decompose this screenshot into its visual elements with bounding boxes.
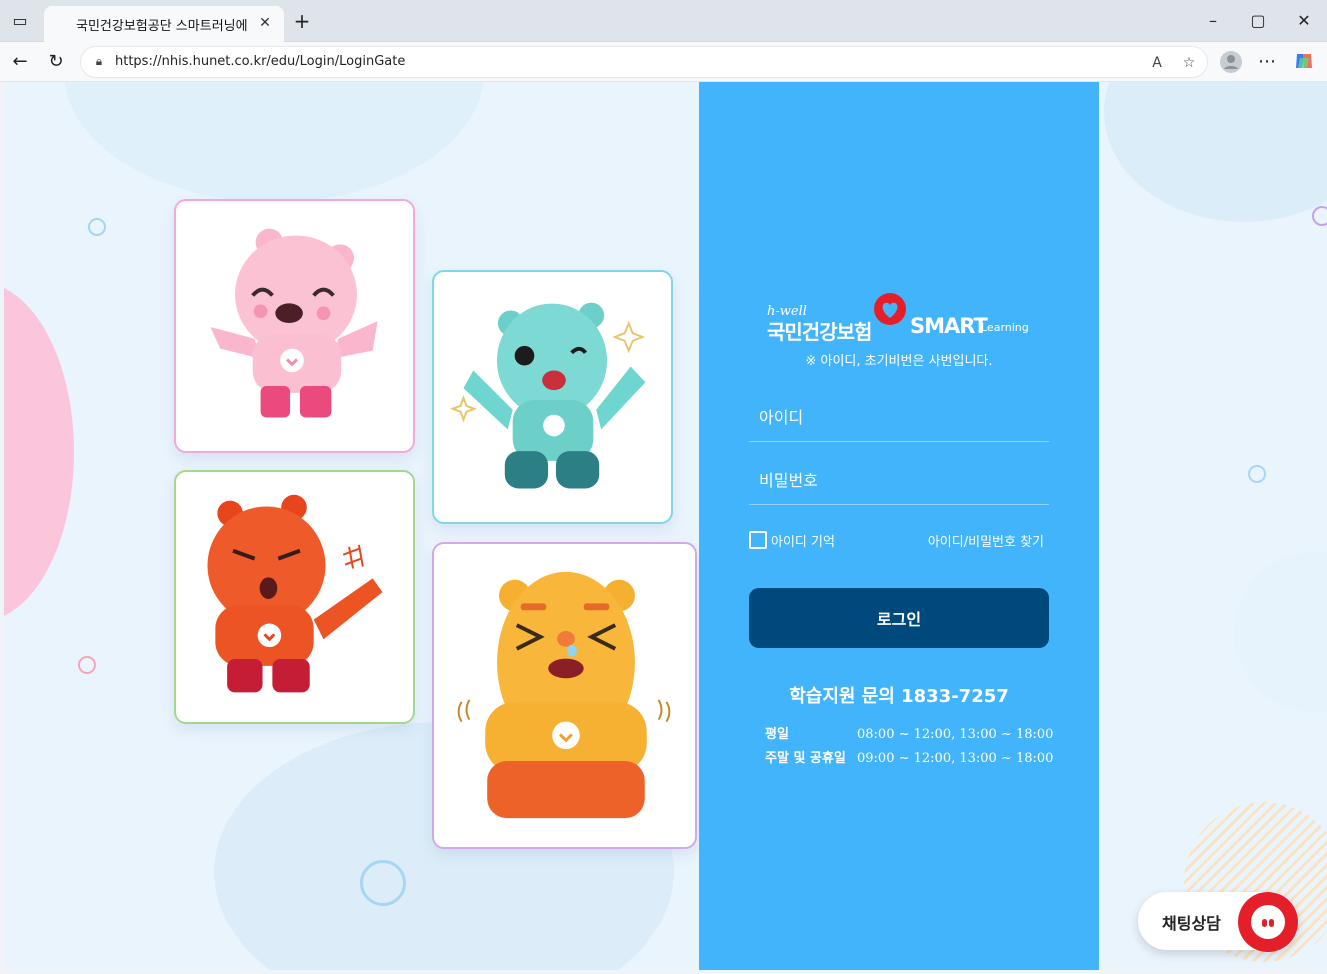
right-blob <box>1104 82 1327 222</box>
refresh-icon[interactable]: ↻ <box>44 50 68 74</box>
right-blob-2 <box>1234 552 1327 712</box>
chat-bubble-icon[interactable] <box>1238 892 1298 952</box>
decor-ring <box>1312 206 1327 226</box>
id-field[interactable] <box>749 394 1049 442</box>
chat-dot <box>1262 919 1267 927</box>
page-content: h-well 국민건강보험 SMART Learning ※ 아이디, 초기비번… <box>4 82 1327 970</box>
pink-character-card <box>174 199 415 453</box>
logo-smart: SMART <box>910 314 988 338</box>
remember-id-checkbox[interactable] <box>749 531 767 549</box>
remember-id[interactable]: 아이디 기억 <box>749 530 835 550</box>
weekend-label: 주말 및 공휴일 <box>765 751 846 766</box>
url-text: https://nhis.hunet.co.kr/edu/Login/Login… <box>115 54 406 69</box>
decor-ring <box>88 218 106 236</box>
browser-tab[interactable]: 국민건강보험공단 스마트러닝에 ✕ <box>44 6 284 42</box>
mint-character-illustration <box>449 302 646 489</box>
find-id-password-link[interactable]: 아이디/비밀번호 찾기 <box>928 531 1044 550</box>
url-field[interactable]: 🔒︎ https://nhis.hunet.co.kr/edu/Login/Lo… <box>80 46 1208 78</box>
nhis-smart-logo: h-well 국민건강보험 SMART Learning <box>767 292 1037 344</box>
password-input[interactable] <box>749 457 1049 504</box>
decor-ring <box>360 860 406 906</box>
lock-icon[interactable]: 🔒︎ <box>91 53 107 69</box>
login-button[interactable]: 로그인 <box>749 588 1049 648</box>
red-character-illustration <box>207 494 383 693</box>
sidebar-icon[interactable]: ▭ <box>11 12 29 30</box>
copilot-icon[interactable] <box>1292 50 1316 74</box>
login-panel: h-well 국민건강보험 SMART Learning ※ 아이디, 초기비번… <box>699 82 1099 970</box>
favorite-icon[interactable]: ☆ <box>1179 53 1199 73</box>
maximize-icon[interactable]: ▢ <box>1249 12 1267 30</box>
orange-character-illustration <box>457 571 671 819</box>
chat-consult-button[interactable]: 채팅상담 <box>1138 892 1298 952</box>
remember-id-label[interactable]: 아이디 기억 <box>771 531 835 550</box>
minimize-icon[interactable]: – <box>1204 12 1222 30</box>
support-title: 학습지원 문의 1833-7257 <box>789 686 1009 707</box>
pink-blob <box>4 282 74 622</box>
weekend-hours-row: 주말 및 공휴일 09:00 ~ 12:00, 13:00 ~ 18:00 <box>765 747 1053 766</box>
profile-icon[interactable] <box>1219 50 1243 74</box>
read-aloud-icon[interactable]: A <box>1147 53 1167 73</box>
decor-ring <box>78 656 96 674</box>
weekday-hours-row: 평일 08:00 ~ 12:00, 13:00 ~ 18:00 <box>765 723 1053 742</box>
chat-label[interactable]: 채팅상담 <box>1162 910 1221 934</box>
weekend-hours: 09:00 ~ 12:00, 13:00 ~ 18:00 <box>857 751 1054 766</box>
id-input[interactable] <box>749 394 1049 441</box>
mint-character-card <box>432 270 673 524</box>
tab-title: 국민건강보험공단 스마트러닝에 <box>76 19 248 34</box>
weekday-label: 평일 <box>765 727 789 742</box>
logo-learning: Learning <box>981 321 1029 334</box>
browser-tab-bar: ▭ 국민건강보험공단 스마트러닝에 ✕ + – ▢ ✕ <box>0 0 1327 42</box>
heart-logo-icon <box>874 293 906 325</box>
close-window-icon[interactable]: ✕ <box>1295 12 1313 30</box>
weekday-hours: 08:00 ~ 12:00, 13:00 ~ 18:00 <box>857 727 1054 742</box>
top-blob <box>64 82 484 202</box>
address-bar-row: ← ↻ 🔒︎ https://nhis.hunet.co.kr/edu/Logi… <box>0 42 1327 82</box>
chat-dot <box>1269 919 1274 927</box>
close-icon[interactable]: ✕ <box>256 14 274 32</box>
orange-character-card <box>432 542 697 849</box>
more-icon[interactable]: ⋯ <box>1255 50 1279 74</box>
logo-title: 국민건강보험 <box>767 320 872 344</box>
login-notice: ※ 아이디, 초기비번은 사번입니다. <box>805 354 993 369</box>
password-field[interactable] <box>749 457 1049 505</box>
decor-ring <box>1248 465 1266 483</box>
pink-character-illustration <box>210 228 378 418</box>
red-character-card <box>174 470 415 724</box>
back-icon[interactable]: ← <box>8 50 32 74</box>
plus-icon[interactable]: + <box>292 11 312 31</box>
chat-bubble-inner <box>1251 905 1285 939</box>
